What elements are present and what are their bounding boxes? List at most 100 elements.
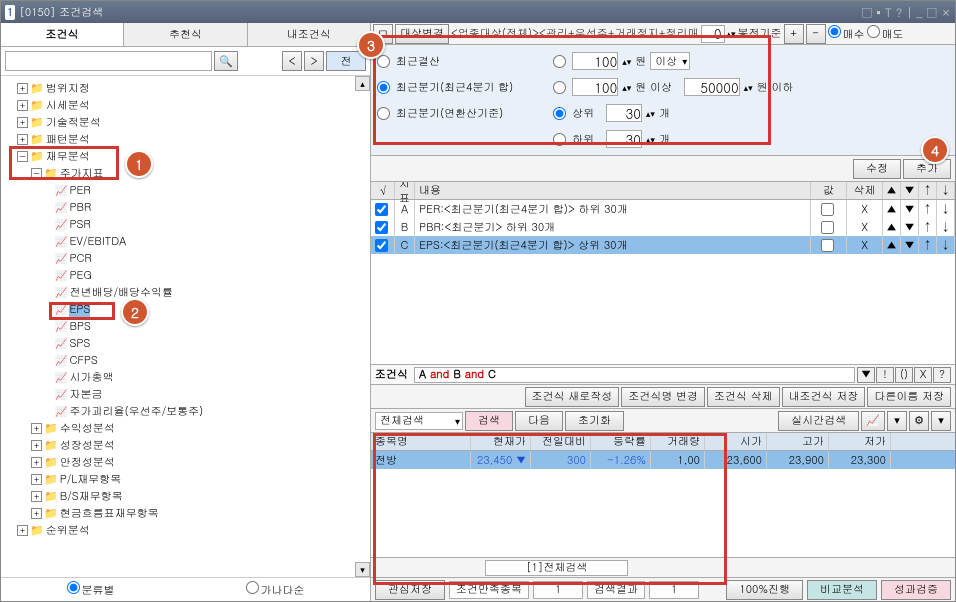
delete-icon[interactable]: X — [847, 218, 883, 236]
close-icon[interactable]: × — [941, 4, 951, 21]
scroll-up-icon[interactable]: ▴ — [355, 76, 370, 91]
filter-row-3: 상위 ▴▾개 — [553, 103, 793, 123]
maximize-icon[interactable]: □ — [926, 4, 937, 21]
realtime-button[interactable]: 실시간검색 — [778, 411, 859, 431]
tree-group-price-index: −주가지표 — [3, 165, 368, 182]
tree-group-growth: +성장성분석 — [3, 437, 368, 454]
plus-button[interactable]: + — [784, 24, 804, 44]
delete-icon[interactable]: X — [847, 236, 883, 254]
tree-group-financial: −재무분석 — [3, 148, 368, 165]
chart-icon — [55, 285, 69, 300]
progress-button[interactable]: 100%진행 — [726, 580, 803, 600]
prev-button[interactable]: < — [282, 51, 302, 71]
chart-icon — [55, 217, 69, 232]
target-change-button[interactable]: 대상변경 — [395, 24, 449, 44]
tree-leaf-capital: 자본금 — [3, 386, 368, 403]
topn-input[interactable] — [606, 104, 642, 122]
new-condition-button[interactable]: 조건식 새로작성 — [525, 387, 620, 407]
scroll-down-icon[interactable]: ▾ — [355, 562, 370, 577]
condition-table: √ 지표 내용 값 삭제 ▲ ▼ ↑ ↓ A PER:<최근분기(최근4분기 합… — [371, 182, 955, 365]
search-bar: 전체검색 검색 다음 초기화 실시간검색 📈 ▾ ⚙ ▾ — [371, 409, 955, 433]
modify-button[interactable]: 수정 — [853, 159, 901, 179]
minus-button[interactable]: - — [806, 24, 826, 44]
sort-category[interactable]: 분류별 — [67, 581, 115, 598]
tab-my-condition[interactable]: 내조건식 — [248, 23, 370, 46]
watchlist-save-button[interactable]: 관심저장 — [375, 580, 445, 600]
search-icon[interactable]: 🔍 — [214, 51, 238, 71]
search-toolbar: 🔍 < > 전 — [1, 47, 370, 76]
next-button[interactable]: > — [304, 51, 324, 71]
folder-icon — [44, 472, 60, 487]
verify-button[interactable]: 성과검증 — [881, 580, 951, 600]
spinner-icon[interactable]: ▴▾ — [727, 29, 736, 38]
condition-row-c[interactable]: C EPS:<최근분기(최근4분기 합)> 상위 30개 X ▲▼↑↓ — [371, 236, 955, 254]
condition-row-b[interactable]: B PBR:<최근분기> 하위 30개 X ▲▼↑↓ — [371, 218, 955, 236]
chart-icon — [55, 319, 69, 334]
reset-button[interactable]: 초기화 — [565, 411, 624, 431]
condition-ops: 조건식 새로작성 조건식명 변경 조건식 삭제 내조건식 저장 다른이름 저장 — [371, 385, 955, 409]
period-annualized[interactable]: 최근분기(연환산기준) — [377, 103, 513, 123]
sort-alpha[interactable]: 가나다순 — [246, 581, 305, 598]
formula-dropdown-icon[interactable]: ▼ — [857, 367, 875, 383]
saveas-button[interactable]: 다른이름 저장 — [867, 387, 951, 407]
down-icon[interactable]: ▼ — [901, 200, 919, 218]
search-scope-combo[interactable]: 전체검색 — [375, 412, 463, 430]
filter-row-2: ▴▾원 이상 ▴▾원 이하 — [553, 77, 793, 97]
left-tabs: 조건식 추천식 내조건식 — [1, 23, 370, 47]
wc-2[interactable]: T — [885, 4, 892, 21]
botn-input[interactable] — [606, 130, 642, 148]
tree-leaf-peg: PEG — [3, 267, 368, 284]
bar-offset-input[interactable] — [701, 25, 725, 43]
window-num: 1 — [5, 5, 15, 20]
compare-combo[interactable]: 이상 — [650, 52, 690, 70]
compare-button[interactable]: 비교분석 — [807, 580, 877, 600]
formula-not-icon[interactable]: ! — [876, 367, 894, 383]
rename-condition-button[interactable]: 조건식명 변경 — [621, 387, 705, 407]
value-input-1[interactable] — [572, 52, 618, 70]
formula-input[interactable]: AandBandC — [414, 367, 855, 383]
search-button[interactable]: 검색 — [465, 411, 513, 431]
up-icon[interactable]: ▲ — [883, 200, 901, 218]
folder-icon — [30, 132, 46, 147]
next-page-button[interactable]: 다음 — [515, 411, 563, 431]
save-mycond-button[interactable]: 내조건식 저장 — [782, 387, 866, 407]
tab-recommended[interactable]: 추천식 — [124, 23, 247, 46]
delete-icon[interactable]: X — [847, 200, 883, 218]
results-tab[interactable]: [1]전체검색 — [485, 560, 628, 576]
folder-icon — [44, 455, 60, 470]
formula-help-icon[interactable]: ? — [933, 367, 951, 383]
condition-tree[interactable]: ▴ +범위지정 +시세분석 +기술적분석 +패턴분석 −재무분석 −주가지표 P… — [1, 76, 370, 577]
tree-leaf-bps: BPS — [3, 318, 368, 335]
badge-4: 4 — [921, 136, 949, 164]
period-recent-close[interactable]: 최근결산 — [377, 51, 513, 71]
chart-icon — [55, 404, 69, 419]
formula-clear-icon[interactable]: X — [914, 367, 932, 383]
tree-group-pattern: +패턴분석 — [3, 131, 368, 148]
gear-icon[interactable]: ⚙ — [909, 411, 929, 431]
chart-dd-icon[interactable]: ▾ — [887, 411, 907, 431]
value-input-2b[interactable] — [684, 78, 740, 96]
period-recent-4q[interactable]: 최근분기(최근4분기 합) — [377, 77, 513, 97]
app-window: 1 [0150] 조건검색 □ ▪ T ? | _ □ × 조건식 추천식 내조… — [0, 0, 956, 602]
wc-0[interactable]: □ — [862, 4, 873, 21]
buy-radio[interactable]: 매수 — [828, 25, 865, 42]
badge-1: 1 — [125, 150, 153, 178]
right-pane: ◻ 대상변경 <업종대상(전체)><관리+우선주+거래정지+정리매 ▴▾ 봉전기… — [371, 23, 955, 601]
search-input[interactable] — [5, 51, 212, 71]
condition-row-a[interactable]: A PER:<최근분기(최근4분기 합)> 하위 30개 X ▲▼↑↓ — [371, 200, 955, 218]
folder-icon — [30, 98, 46, 113]
wc-1[interactable]: ▪ — [876, 4, 881, 21]
wc-3[interactable]: ? — [896, 4, 903, 21]
gear-dd-icon[interactable]: ▾ — [931, 411, 951, 431]
results-row[interactable]: 전방 23,450 ▼ 300 -1.26% 1,00 23,600 23,90… — [371, 451, 955, 469]
formula-paren-icon[interactable]: () — [895, 367, 913, 383]
tab-condition[interactable]: 조건식 — [1, 23, 124, 46]
badge-3: 3 — [357, 31, 385, 59]
chart-icon[interactable]: 📈 — [861, 411, 885, 431]
wc-4[interactable]: | — [906, 4, 912, 21]
minimize-icon[interactable]: _ — [916, 4, 922, 21]
delete-condition-button[interactable]: 조건식 삭제 — [707, 387, 780, 407]
sell-radio[interactable]: 매도 — [867, 25, 904, 42]
tree-group-cashflow: +현금흐름표재무항목 — [3, 505, 368, 522]
value-input-2a[interactable] — [572, 78, 618, 96]
